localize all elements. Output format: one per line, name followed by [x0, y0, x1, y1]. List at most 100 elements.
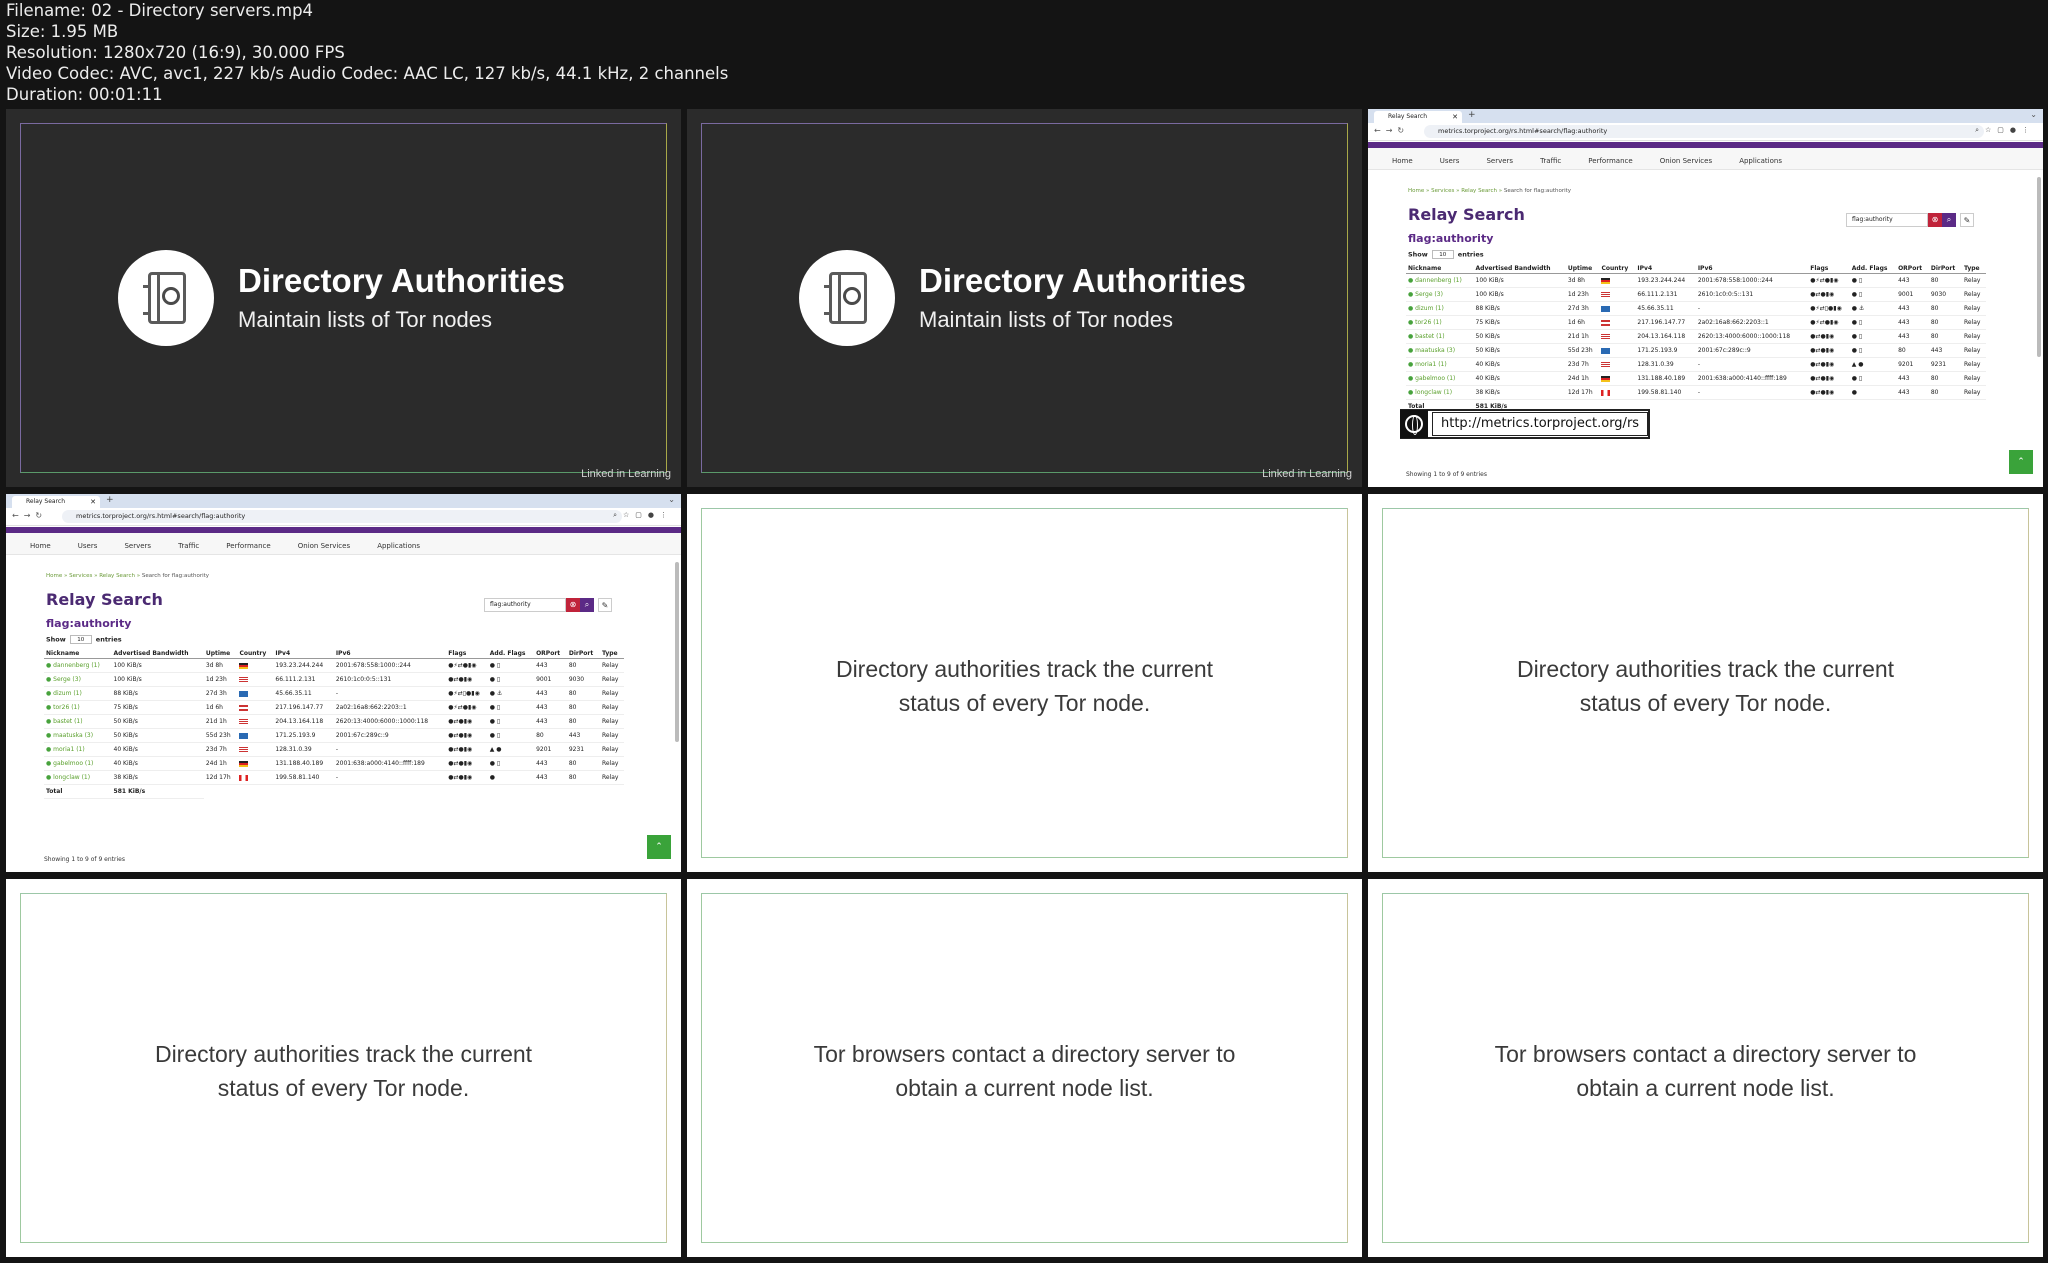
menu-home[interactable]: Home: [1392, 157, 1413, 165]
column-header[interactable]: Add. Flags: [1849, 264, 1897, 274]
menu-users[interactable]: Users: [1440, 157, 1460, 165]
cell-nick[interactable]: Serge (3): [44, 672, 112, 687]
table-row[interactable]: maatuska (3)50 KiB/s55d 23h 171.25.193.92…: [44, 728, 624, 743]
table-row[interactable]: maatuska (3)50 KiB/s55d 23h 171.25.193.92…: [1406, 343, 1986, 358]
cell-nick[interactable]: dizum (1): [1406, 301, 1474, 316]
thumbnail-contact-slide-2[interactable]: Tor browsers contact a directory server …: [1368, 879, 2043, 1257]
column-header[interactable]: Flags: [446, 649, 488, 659]
page-length-select[interactable]: 10: [69, 635, 92, 644]
scrollbar[interactable]: [2037, 177, 2041, 357]
cell-nick[interactable]: bastet (1): [44, 714, 112, 729]
thumbnail-track-slide-1[interactable]: Directory authorities track the current s…: [687, 494, 1362, 872]
table-row[interactable]: gabelmoo (1)40 KiB/s24d 1h 131.188.40.189…: [1406, 371, 1986, 386]
clear-search-icon[interactable]: ⊗: [566, 598, 580, 612]
new-tab-icon[interactable]: +: [106, 495, 114, 505]
column-header[interactable]: ORPort: [1896, 264, 1929, 274]
menu-servers[interactable]: Servers: [1486, 157, 1513, 165]
cell-nick[interactable]: moria1 (1): [1406, 357, 1474, 372]
thumbnail-relay-search[interactable]: Relay Search ✕ + ⌄ ←→↻ metrics.torproject…: [6, 494, 681, 872]
thumbnail-relay-search-overlay[interactable]: Relay Search ✕ + ⌄ ←→↻ metrics.torproject…: [1368, 109, 2043, 487]
cell-nick[interactable]: maatuska (3): [44, 728, 112, 743]
breadcrumb-relay-search[interactable]: Relay Search: [1461, 188, 1497, 194]
thumbnail-track-slide-3[interactable]: Directory authorities track the current s…: [6, 879, 681, 1257]
cell-nick[interactable]: gabelmoo (1): [1406, 371, 1474, 386]
url-field[interactable]: metrics.torproject.org/rs.html#search/fl…: [1424, 125, 1984, 138]
search-icon[interactable]: ⌕: [580, 598, 594, 612]
menu-onion-services[interactable]: Onion Services: [298, 542, 350, 550]
navigation-icons[interactable]: ←→↻: [1374, 126, 1409, 135]
column-header[interactable]: Uptime: [203, 649, 238, 659]
cell-nick[interactable]: dizum (1): [44, 686, 112, 701]
toolbar-icons[interactable]: ⌕☆▢●⋮: [1975, 126, 2035, 135]
thumbnail-contact-slide-1[interactable]: Tor browsers contact a directory server …: [687, 879, 1362, 1257]
url-field[interactable]: metrics.torproject.org/rs.html#search/fl…: [62, 510, 622, 523]
column-header[interactable]: IPv6: [1695, 264, 1809, 274]
column-header[interactable]: Flags: [1808, 264, 1850, 274]
menu-users[interactable]: Users: [78, 542, 98, 550]
menu-applications[interactable]: Applications: [377, 542, 420, 550]
column-header[interactable]: Uptime: [1565, 264, 1600, 274]
advanced-search-icon[interactable]: ✎: [598, 598, 612, 612]
window-menu-icon[interactable]: ⌄: [2030, 110, 2037, 119]
table-row[interactable]: moria1 (1)40 KiB/s23d 7h 128.31.0.39-●⇄●▮…: [1406, 357, 1986, 372]
search-input[interactable]: flag:authority: [484, 598, 566, 612]
column-header[interactable]: ORPort: [534, 649, 567, 659]
cell-nick[interactable]: tor26 (1): [1406, 315, 1474, 330]
table-row[interactable]: dannenberg (1)100 KiB/s3d 8h 193.23.244.2…: [1406, 273, 1986, 288]
table-row[interactable]: bastet (1)50 KiB/s21d 1h 204.13.164.11826…: [1406, 329, 1986, 344]
close-tab-icon[interactable]: ✕: [90, 496, 96, 508]
breadcrumb-services[interactable]: Services: [1431, 188, 1454, 194]
cell-nick[interactable]: gabelmoo (1): [44, 756, 112, 771]
cell-nick[interactable]: Serge (3): [1406, 287, 1474, 302]
column-header[interactable]: IPv4: [273, 649, 334, 659]
browser-tab[interactable]: Relay Search ✕: [12, 496, 100, 508]
menu-traffic[interactable]: Traffic: [1540, 157, 1561, 165]
clear-search-icon[interactable]: ⊗: [1928, 213, 1942, 227]
column-header[interactable]: Add. Flags: [487, 649, 535, 659]
table-row[interactable]: bastet (1)50 KiB/s21d 1h 204.13.164.11826…: [44, 714, 624, 729]
cell-nick[interactable]: dannenberg (1): [44, 658, 112, 673]
column-header[interactable]: Advertised Bandwidth: [1473, 264, 1566, 274]
table-row[interactable]: Serge (3)100 KiB/s1d 23h 66.111.2.1312610…: [1406, 287, 1986, 302]
column-header[interactable]: Country: [1599, 264, 1636, 274]
menu-performance[interactable]: Performance: [1588, 157, 1632, 165]
table-row[interactable]: dizum (1)88 KiB/s27d 3h 45.66.35.11-●⚡⇄▯●…: [44, 686, 624, 701]
scroll-to-top-icon[interactable]: ⌃: [647, 835, 671, 859]
menu-onion-services[interactable]: Onion Services: [1660, 157, 1712, 165]
table-row[interactable]: moria1 (1)40 KiB/s23d 7h 128.31.0.39-●⇄●▮…: [44, 742, 624, 757]
table-row[interactable]: dizum (1)88 KiB/s27d 3h 45.66.35.11-●⚡⇄▯●…: [1406, 301, 1986, 316]
scroll-to-top-icon[interactable]: ⌃: [2009, 450, 2033, 474]
close-tab-icon[interactable]: ✕: [1452, 111, 1458, 123]
column-header[interactable]: DirPort: [1928, 264, 1962, 274]
page-length-select[interactable]: 10: [1431, 250, 1454, 259]
breadcrumb-home[interactable]: Home: [46, 573, 62, 579]
menu-home[interactable]: Home: [30, 542, 51, 550]
cell-nick[interactable]: longclaw (1): [1406, 385, 1474, 400]
column-header[interactable]: Advertised Bandwidth: [111, 649, 204, 659]
column-header[interactable]: Nickname: [44, 649, 112, 659]
window-menu-icon[interactable]: ⌄: [668, 495, 675, 504]
column-header[interactable]: Nickname: [1406, 264, 1474, 274]
cell-nick[interactable]: moria1 (1): [44, 742, 112, 757]
menu-traffic[interactable]: Traffic: [178, 542, 199, 550]
navigation-icons[interactable]: ←→↻: [12, 511, 47, 520]
table-row[interactable]: dannenberg (1)100 KiB/s3d 8h 193.23.244.2…: [44, 658, 624, 673]
column-header[interactable]: DirPort: [566, 649, 600, 659]
table-row[interactable]: longclaw (1)38 KiB/s12d 17h 199.58.81.140…: [44, 770, 624, 785]
table-row[interactable]: tor26 (1)75 KiB/s1d 6h 217.196.147.772a02…: [44, 700, 624, 715]
thumbnail-title-slide-1[interactable]: Directory Authorities Maintain lists of …: [6, 109, 681, 487]
table-row[interactable]: Serge (3)100 KiB/s1d 23h 66.111.2.1312610…: [44, 672, 624, 687]
cell-nick[interactable]: bastet (1): [1406, 329, 1474, 344]
scrollbar[interactable]: [675, 562, 679, 742]
column-header[interactable]: IPv4: [1635, 264, 1696, 274]
breadcrumb-home[interactable]: Home: [1408, 188, 1424, 194]
thumbnail-track-slide-2[interactable]: Directory authorities track the current s…: [1368, 494, 2043, 872]
cell-nick[interactable]: tor26 (1): [44, 700, 112, 715]
column-header[interactable]: Type: [1961, 264, 1986, 274]
thumbnail-title-slide-2[interactable]: Directory Authorities Maintain lists of …: [687, 109, 1362, 487]
table-row[interactable]: tor26 (1)75 KiB/s1d 6h 217.196.147.772a02…: [1406, 315, 1986, 330]
new-tab-icon[interactable]: +: [1468, 110, 1476, 120]
breadcrumb-services[interactable]: Services: [69, 573, 92, 579]
table-row[interactable]: gabelmoo (1)40 KiB/s24d 1h 131.188.40.189…: [44, 756, 624, 771]
search-icon[interactable]: ⌕: [1942, 213, 1956, 227]
